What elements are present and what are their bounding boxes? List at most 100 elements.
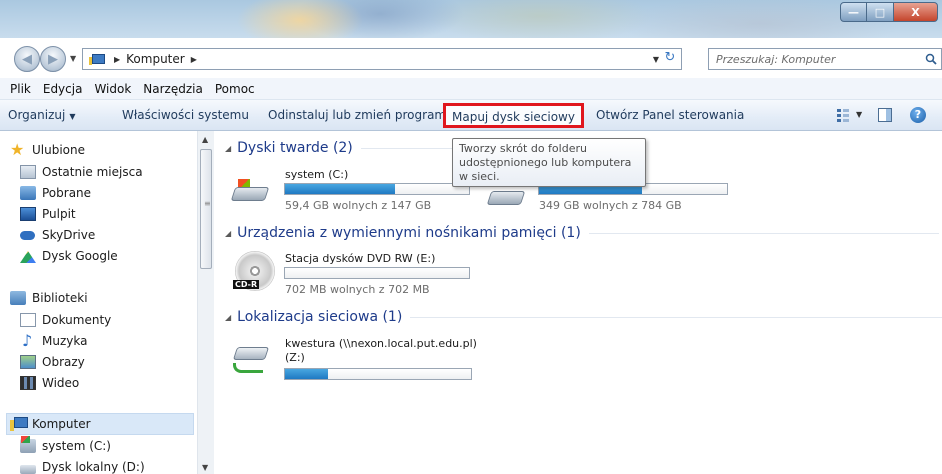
breadcrumb-arrow-icon[interactable]: ▶ [191,55,197,64]
collapse-triangle-icon[interactable]: ◢ [225,229,231,238]
sidebar-item-google-drive[interactable]: Dysk Google [20,249,118,263]
sidebar-item-skydrive[interactable]: SkyDrive [20,228,95,242]
group-network[interactable]: ◢ Lokalizacja sieciowa (1) [225,309,942,325]
computer-icon [89,53,105,65]
search-icon[interactable] [925,53,937,65]
map-drive-tooltip: Tworzy skrót do folderu udostępnionego l… [452,138,646,187]
refresh-icon[interactable]: ↻ [661,50,679,68]
sidebar-item-label: Ostatnie miejsca [42,165,143,179]
network-drive-letter[interactable]: (Z:) [285,351,305,364]
scroll-thumb[interactable]: ≡ [200,149,212,269]
history-dropdown-icon[interactable]: ▼ [70,54,76,63]
system-properties-button[interactable]: Właściwości systemu [122,108,249,122]
sidebar-item-downloads[interactable]: Pobrane [20,186,91,200]
sidebar-scrollbar[interactable]: ▲ ≡ ▼ [197,131,214,474]
cdr-label: CD-R [233,280,260,289]
organize-button[interactable]: Organizuj ▼ [8,108,75,122]
menu-bar: Plik Edycja Widok Narzędzia Pomoc [0,78,942,100]
navigation-row: ◀ ▶ ▼ ▶ Komputer ▶ ▼ ↻ Przeszukaj: Kompu… [0,38,942,78]
menu-view[interactable]: Widok [88,82,137,96]
hard-disk-icon [230,187,270,201]
drive-c-name[interactable]: system (C:) [285,168,348,181]
breadcrumb-arrow-icon[interactable]: ▶ [114,55,120,64]
menu-edit[interactable]: Edycja [37,82,89,96]
group-removable[interactable]: ◢ Urządzenia z wymiennymi nośnikami pami… [225,225,939,241]
change-view-icon[interactable] [836,108,850,122]
sidebar-item-local-d[interactable]: Dysk lokalny (D:) [20,460,145,474]
address-bar[interactable]: ▶ Komputer ▶ ▼ ↻ [82,48,682,70]
preview-pane-icon[interactable] [878,108,892,122]
dvd-drive-name[interactable]: Stacja dysków DVD RW (E:) [285,252,435,265]
sidebar-item-documents[interactable]: Dokumenty [20,313,111,327]
sidebar-item-label: Ulubione [32,143,86,157]
search-input[interactable]: Przeszukaj: Komputer [708,48,942,70]
forward-arrow-icon: ▶ [48,51,58,67]
open-control-panel-button[interactable]: Otwórz Panel sterowania [596,108,744,122]
desktop-icon [20,207,36,221]
music-icon [20,331,36,350]
menu-file[interactable]: Plik [4,82,37,96]
sidebar-item-favorites[interactable]: Ulubione [10,140,86,159]
minimize-button[interactable]: — [840,2,867,22]
drive-c-icon[interactable] [230,179,270,203]
grip-icon: ≡ [204,199,211,208]
sidebar-item-desktop[interactable]: Pulpit [20,207,76,221]
scroll-down-arrow-icon[interactable]: ▼ [202,463,208,472]
sidebar-item-label: system (C:) [42,439,111,453]
breadcrumb-computer[interactable]: Komputer [126,52,185,66]
collapse-triangle-icon[interactable]: ◢ [225,144,231,153]
maximize-button[interactable]: □ [867,2,894,22]
group-title: Urządzenia z wymiennymi nośnikami pamięc… [237,225,581,241]
organize-label: Organizuj [8,108,66,122]
sidebar-item-label: Muzyka [42,334,88,348]
collapse-triangle-icon[interactable]: ◢ [225,313,231,322]
back-button[interactable]: ◀ [14,46,40,72]
dvd-usage-bar [284,267,470,279]
uninstall-program-button[interactable]: Odinstaluj lub zmień program [268,108,446,122]
search-placeholder: Przeszukaj: Komputer [716,52,836,66]
sidebar-item-computer[interactable]: Komputer [10,417,91,431]
drive-d-icon[interactable] [486,185,526,207]
sidebar-item-label: Pobrane [42,186,92,200]
map-network-drive-button[interactable]: Mapuj dysk sieciowy [443,103,584,128]
sidebar-item-label: Biblioteki [32,291,88,305]
sidebar-item-videos[interactable]: Wideo [20,376,79,390]
dvd-drive-icon[interactable]: CD-R [233,251,275,291]
downloads-folder-icon [20,186,36,200]
network-drive-icon[interactable] [231,343,271,377]
network-drive-name[interactable]: kwestura (\\nexon.local.put.edu.pl) [285,337,477,350]
menu-tools[interactable]: Narzędzia [137,82,209,96]
dvd-free-space: 702 MB wolnych z 702 MB [285,283,430,296]
sidebar-item-recent[interactable]: Ostatnie miejsca [20,165,143,179]
sidebar-item-label: Wideo [42,376,80,390]
sidebar-item-libraries[interactable]: Biblioteki [10,291,88,305]
pictures-icon [20,355,36,369]
chevron-down-icon: ▼ [69,112,76,121]
google-drive-icon [20,249,36,263]
view-dropdown-icon[interactable]: ▼ [856,110,862,119]
sidebar-item-music[interactable]: Muzyka [20,331,88,350]
group-hard-drives[interactable]: ◢ Dyski twarde (2) [225,140,461,156]
sidebar-item-label: Dysk Google [42,249,118,263]
group-title: Lokalizacja sieciowa (1) [237,309,403,325]
recent-places-icon [20,165,36,179]
navigation-pane: Ulubione Ostatnie miejsca Pobrane Pulpit… [0,131,214,474]
menu-help[interactable]: Pomoc [209,82,261,96]
drive-c-free-space: 59,4 GB wolnych z 147 GB [285,199,432,212]
sidebar-item-label: SkyDrive [42,228,96,242]
scroll-up-arrow-icon[interactable]: ▲ [202,135,208,144]
skydrive-cloud-icon [20,228,36,242]
sidebar-item-pictures[interactable]: Obrazy [20,355,85,369]
drive-c-usage-fill [285,184,396,194]
help-icon[interactable]: ? [910,107,926,123]
sidebar-item-label: Obrazy [42,355,85,369]
command-bar: Organizuj ▼ Właściwości systemu Odinstalu… [0,100,942,131]
close-button[interactable]: X [894,2,938,22]
sidebar-item-system-c[interactable]: system (C:) [20,436,111,453]
network-usage-fill [285,369,328,379]
network-usage-bar [284,368,472,380]
address-dropdown-icon[interactable]: ▼ [653,55,659,64]
sidebar-item-label: Pulpit [42,207,76,221]
hard-disk-icon [486,191,526,205]
forward-button[interactable]: ▶ [40,46,66,72]
